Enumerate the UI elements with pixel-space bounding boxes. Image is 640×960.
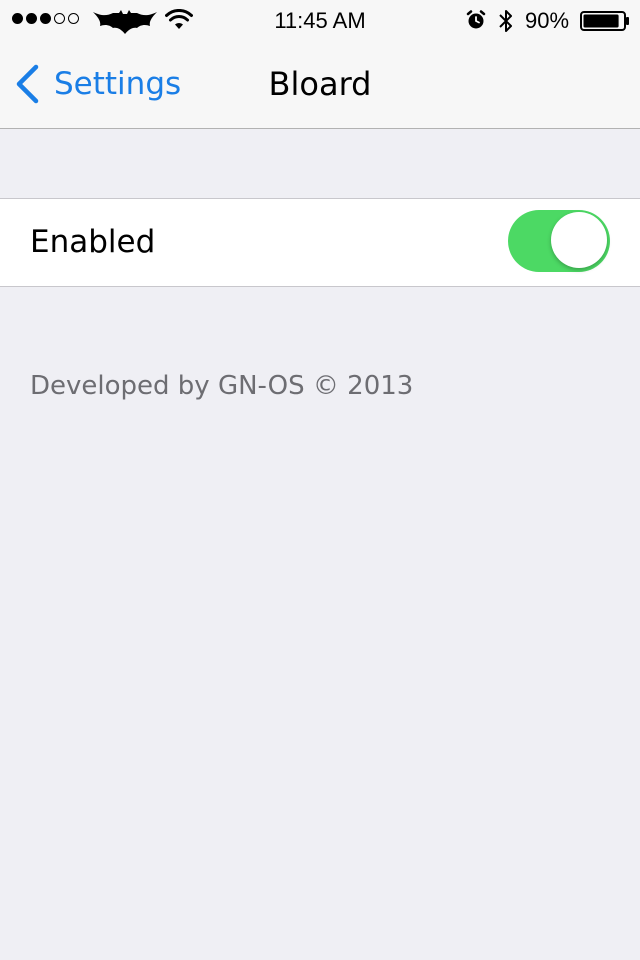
enabled-setting-row: Enabled xyxy=(0,198,640,287)
battery-percentage: 90% xyxy=(525,8,570,33)
bluetooth-icon xyxy=(499,10,512,32)
toggle-knob xyxy=(551,212,607,268)
status-bar: 11:45 AM 90% xyxy=(0,0,640,40)
alarm-icon xyxy=(466,10,486,29)
enabled-setting-label: Enabled xyxy=(30,224,156,260)
developer-credit: Developed by GN-OS © 2013 xyxy=(30,371,414,401)
navigation-bar: Settings Bloard xyxy=(0,40,640,129)
battery-icon xyxy=(580,11,629,31)
enabled-toggle[interactable] xyxy=(508,210,610,272)
page-title: Bloard xyxy=(268,65,372,103)
settings-screen: 11:45 AM 90% Settings Bloard Enabled Dev… xyxy=(0,0,640,960)
